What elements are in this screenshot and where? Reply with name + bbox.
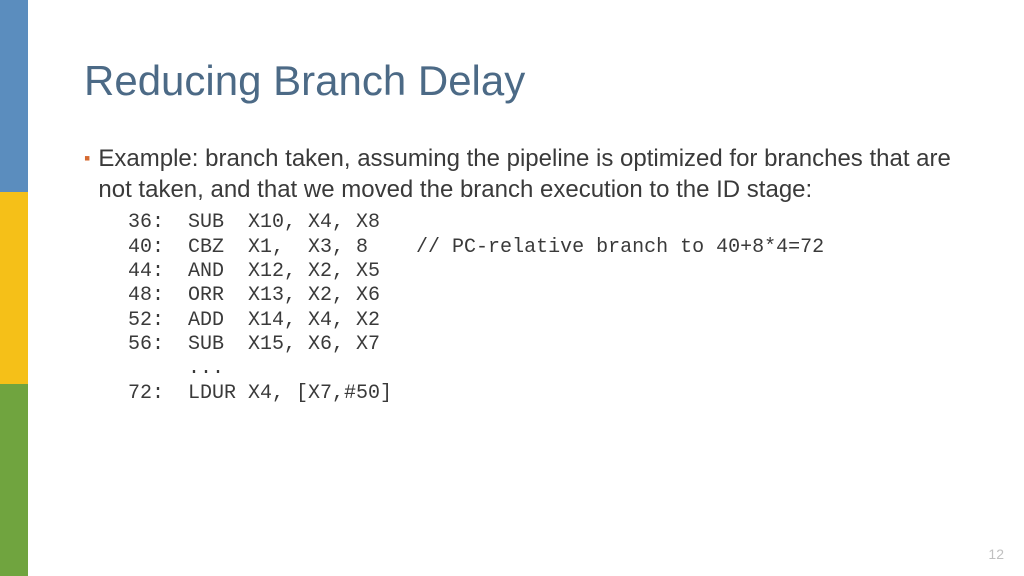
slide-title: Reducing Branch Delay: [84, 58, 984, 104]
sidebar-segment-green: [0, 384, 28, 576]
bullet-text: Example: branch taken, assuming the pipe…: [98, 144, 984, 205]
code-line: 56: SUB X15, X6, X7: [128, 333, 380, 356]
code-line: 48: ORR X13, X2, X6: [128, 284, 380, 307]
code-line: 52: ADD X14, X4, X2: [128, 309, 380, 332]
code-line: 72: LDUR X4, [X7,#50]: [128, 382, 392, 405]
sidebar-segment-yellow: [0, 192, 28, 384]
code-line: 40: CBZ X1, X3, 8 // PC-relative branch …: [128, 236, 824, 259]
code-block: 36: SUB X10, X4, X8 40: CBZ X1, X3, 8 //…: [128, 211, 984, 406]
sidebar-segment-blue: [0, 0, 28, 192]
page-number: 12: [988, 546, 1004, 562]
slide-content: Reducing Branch Delay ▪ Example: branch …: [84, 58, 984, 406]
bullet-item: ▪ Example: branch taken, assuming the pi…: [84, 144, 984, 205]
code-line: ...: [128, 357, 224, 380]
code-line: 36: SUB X10, X4, X8: [128, 211, 380, 234]
accent-sidebar: [0, 0, 28, 576]
code-line: 44: AND X12, X2, X5: [128, 260, 380, 283]
bullet-marker-icon: ▪: [84, 147, 90, 170]
